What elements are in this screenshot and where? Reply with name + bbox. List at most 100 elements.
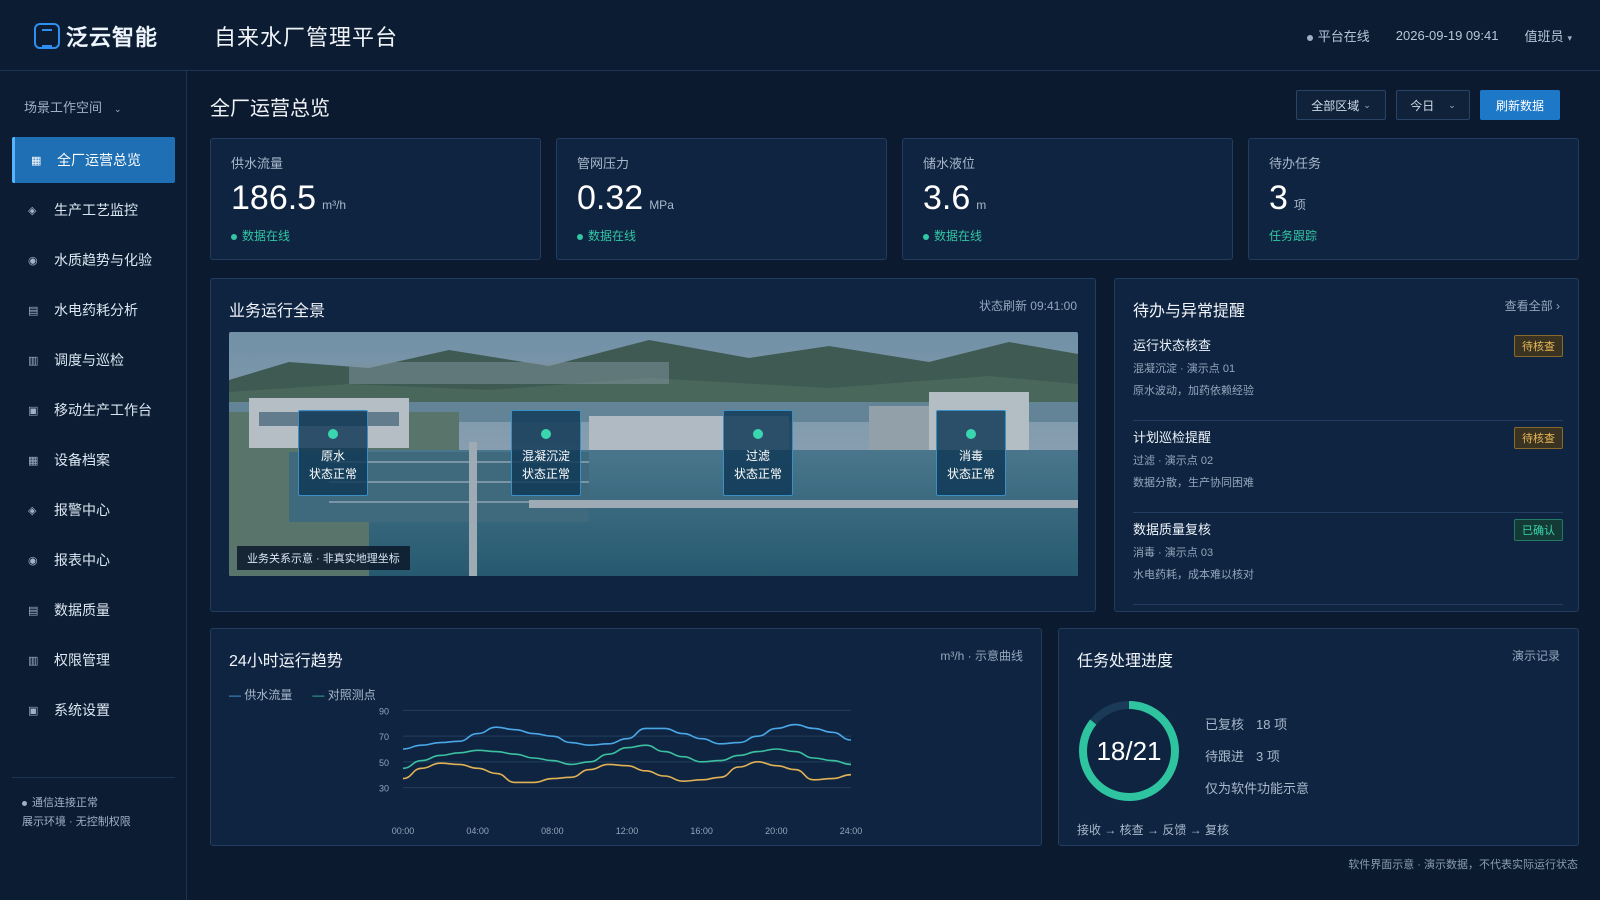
square-icon: ▣	[28, 404, 39, 417]
circle-icon: ◉	[28, 254, 38, 267]
sidebar-item[interactable]: ▣ 系统设置	[12, 687, 175, 733]
online-dot-icon	[231, 233, 237, 240]
progress-note: 仅为软件功能示意	[1205, 781, 1310, 796]
trend-chart: 90 70 50 30 00:00 04:00 08:00 12:00 16:00 20:00 24…	[379, 706, 863, 836]
sidebar-item-label: 数据质量	[54, 602, 110, 618]
logo-icon	[34, 23, 60, 49]
status-ok-icon	[541, 429, 551, 439]
grid-icon: ▦	[31, 154, 42, 167]
progress-ratio: 18/21	[1096, 735, 1162, 766]
kpi-status: 任务跟踪	[1269, 229, 1318, 243]
workspace-selector[interactable]: 场景工作空间 ⌄	[24, 97, 122, 116]
sidebar-item[interactable]: ◉ 报表中心	[12, 537, 175, 583]
alert-item[interactable]: 数据质量复核 消毒 · 演示点 03 水电药耗，成本难以核对 已确认	[1133, 519, 1563, 605]
platform-status: 平台在线	[1306, 26, 1370, 45]
process-flow: 接收 → 核查 → 反馈 → 复核	[1077, 823, 1230, 837]
y-tick-label: 90	[379, 706, 389, 716]
sidebar: 场景工作空间 ⌄ ▦ 全厂运营总览 ◈ 生产工艺监控 ◉ 水质趋势与化验 ▤ 水电药耗分析 ▥ 调度…	[0, 71, 187, 900]
connection-status: 通信连接正常	[22, 794, 175, 813]
alert-location: 混凝沉淀 · 演示点 01	[1133, 363, 1236, 375]
datetime: 2026-09-19 09:41	[1395, 28, 1499, 43]
sidebar-item-label: 报警中心	[54, 502, 110, 518]
table-icon: ▥	[28, 354, 39, 367]
x-tick-label: 04:00	[466, 826, 489, 836]
series-line	[402, 723, 852, 750]
stage-disinfection[interactable]: 消毒 状态正常	[936, 410, 1006, 496]
diamond-icon: ◈	[28, 504, 37, 517]
environment-note: 展示环境 · 无控制权限	[22, 816, 131, 828]
alert-item[interactable]: 运行状态核查 混凝沉淀 · 演示点 01 原水波动，加药依赖经验 待核查	[1133, 335, 1563, 421]
sidebar-item-label: 系统设置	[54, 702, 110, 718]
grid-icon: ▦	[28, 454, 39, 467]
kpi-label: 管网压力	[577, 156, 630, 171]
reviewed-count: 已复核 18 项	[1205, 717, 1288, 732]
alert-description: 水电药耗，成本难以核对	[1133, 569, 1254, 581]
kpi-card-flow[interactable]: 供水流量 186.5 m³/h 数据在线	[210, 138, 541, 260]
table-icon: ▥	[28, 654, 39, 667]
sidebar-item[interactable]: ▤ 水电药耗分析	[12, 287, 175, 333]
time-filter-select[interactable]: 今日 ⌄	[1396, 90, 1470, 120]
sidebar-item[interactable]: ▤ 数据质量	[12, 587, 175, 633]
status-badge: 待核查	[1514, 427, 1563, 449]
stage-filtration[interactable]: 过滤 状态正常	[723, 410, 793, 496]
chevron-down-icon: ⌄	[1448, 99, 1456, 110]
kpi-value: 186.5 m³/h	[231, 179, 347, 217]
alerts-panel: 待办与异常提醒 查看全部 › 运行状态核查 混凝沉淀 · 演示点 01 原水波动…	[1114, 278, 1579, 612]
square-icon: ▣	[28, 704, 39, 717]
sidebar-item[interactable]: ▣ 移动生产工作台	[12, 387, 175, 433]
stage-coagulation[interactable]: 混凝沉淀 状态正常	[511, 410, 581, 496]
alert-location: 过滤 · 演示点 02	[1133, 455, 1214, 467]
sidebar-item[interactable]: ◈ 生产工艺监控	[12, 187, 175, 233]
brand-logo[interactable]: 泛云智能	[34, 20, 158, 52]
y-tick-label: 50	[379, 758, 389, 768]
sidebar-item[interactable]: ◉ 水质趋势与化验	[12, 237, 175, 283]
panel-title: 任务处理进度	[1077, 653, 1174, 670]
alert-description: 数据分散，生产协同困难	[1133, 477, 1254, 489]
sidebar-item-label: 生产工艺监控	[54, 202, 138, 218]
alert-title: 计划巡检提醒	[1133, 430, 1212, 445]
kpi-card-tasks[interactable]: 待办任务 3项 任务跟踪	[1248, 138, 1579, 260]
top-bar: 泛云智能 自来水厂管理平台 平台在线 2026-09-19 09:41 值班员 ▾	[0, 0, 1600, 71]
x-tick-label: 16:00	[690, 826, 713, 836]
x-tick-label: 12:00	[616, 826, 639, 836]
sidebar-footer: 通信连接正常 展示环境 · 无控制权限	[12, 777, 175, 832]
kpi-card-pressure[interactable]: 管网压力 0.32 MPa 数据在线	[556, 138, 887, 260]
kpi-label: 储水液位	[923, 156, 976, 171]
sidebar-item[interactable]: ▦ 设备档案	[12, 437, 175, 483]
kpi-value: 0.32 MPa	[577, 179, 674, 217]
chevron-down-icon: ⌄	[114, 104, 122, 114]
sidebar-item[interactable]: ▥ 权限管理	[12, 637, 175, 683]
status-badge: 已确认	[1514, 519, 1563, 541]
status-ok-icon	[328, 429, 338, 439]
sidebar-item-label: 水质趋势与化验	[54, 252, 152, 268]
kpi-card-level[interactable]: 储水液位 3.6 m 数据在线	[902, 138, 1233, 260]
sidebar-item[interactable]: ▥ 调度与巡检	[12, 337, 175, 383]
refresh-button[interactable]: 刷新数据	[1480, 90, 1560, 120]
list-icon: ▤	[28, 604, 39, 617]
circle-icon: ◉	[28, 554, 38, 567]
sidebar-nav: ▦ 全厂运营总览 ◈ 生产工艺监控 ◉ 水质趋势与化验 ▤ 水电药耗分析 ▥ 调度与巡检 ▣ 移动生产…	[12, 137, 175, 737]
page-title: 全厂运营总览	[210, 98, 330, 120]
online-dot-icon	[923, 233, 929, 240]
status-badge: 待核查	[1514, 335, 1563, 357]
sidebar-item[interactable]: ◈ 报警中心	[12, 487, 175, 533]
kpi-value: 3.6 m	[923, 179, 987, 217]
plant-scene-image: 原水 状态正常 混凝沉淀 状态正常 过滤 状态正常 消毒 状态正常 业务关系示意…	[229, 332, 1078, 576]
status-ok-icon	[966, 429, 976, 439]
alert-item[interactable]: 计划巡检提醒 过滤 · 演示点 02 数据分散，生产协同困难 待核查	[1133, 427, 1563, 513]
x-tick-label: 20:00	[765, 826, 788, 836]
series-line	[402, 761, 852, 784]
y-tick-label: 70	[379, 732, 389, 742]
refresh-timestamp: 状态刷新 09:41:00	[978, 299, 1077, 313]
follow-up-count: 待跟进 3 项	[1205, 749, 1280, 764]
user-menu[interactable]: 值班员 ▾	[1524, 26, 1572, 45]
area-filter-select[interactable]: 全部区域 ⌄	[1296, 90, 1386, 120]
kpi-value: 3项	[1269, 179, 1306, 217]
progress-meta: 演示记录	[1511, 649, 1560, 663]
sidebar-item[interactable]: ▦ 全厂运营总览	[12, 137, 175, 183]
view-all-link[interactable]: 查看全部 ›	[1505, 297, 1560, 314]
scene-disclaimer-tag: 业务关系示意 · 非真实地理坐标	[237, 546, 410, 570]
overview-panel: 业务运行全景 状态刷新 09:41:00 原水 状态正常 混凝沉淀 状态正常 过…	[210, 278, 1096, 612]
stage-raw-water[interactable]: 原水 状态正常	[298, 410, 368, 496]
x-tick-label: 24:00	[840, 826, 863, 836]
